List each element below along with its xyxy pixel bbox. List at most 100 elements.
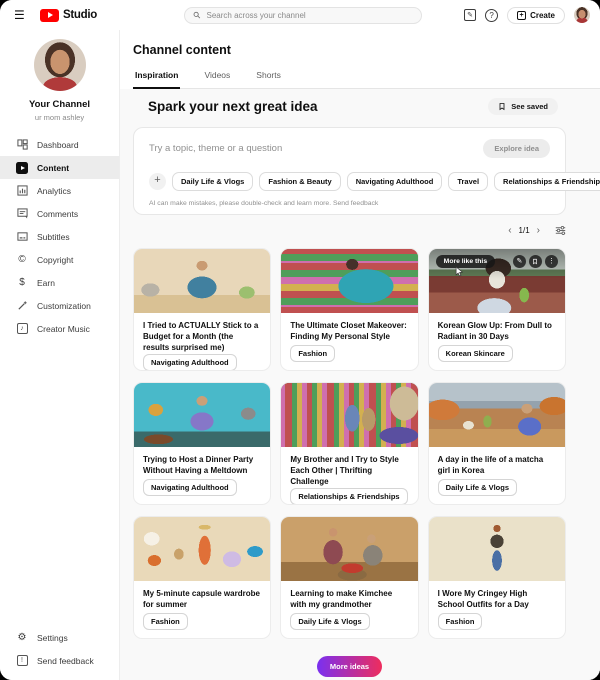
mouse-cursor-icon (455, 266, 464, 277)
idea-card-tag: Navigating Adulthood (143, 479, 237, 496)
idea-card-thumbnail (134, 517, 270, 581)
sidebar-item-label: Customization (37, 301, 91, 311)
create-icon: + (517, 11, 526, 20)
idea-card-thumbnail (281, 249, 417, 313)
idea-card-matcha-girl[interactable]: A day in the life of a matcha girl in Ko… (428, 382, 566, 505)
save-bookmark-icon[interactable] (529, 255, 542, 268)
channel-search (184, 7, 422, 24)
idea-card-thumbnail (429, 383, 565, 447)
sidebar-item-label: Content (37, 163, 69, 173)
sidebar-item-content[interactable]: Content (0, 156, 119, 179)
idea-card-high-school-outfits[interactable]: I Wore My Cringey High School Outfits fo… (428, 516, 566, 639)
channel-profile: Your Channel ur mom ashley (0, 39, 119, 122)
settings-icon: ⚙ (16, 632, 28, 644)
content-tabs: Inspiration Videos Shorts (133, 70, 600, 89)
idea-card-dinner-party[interactable]: Trying to Host a Dinner Party Without Ha… (133, 382, 271, 505)
idea-card-tag: Fashion (290, 345, 335, 362)
account-avatar[interactable] (574, 7, 590, 23)
dashboard-icon (16, 139, 28, 151)
idea-card-title: My Brother and I Try to Style Each Other… (290, 454, 408, 488)
idea-card-title: The Ultimate Closet Makeover: Finding My… (290, 320, 408, 342)
youtube-studio-window: ☰ Studio ✎ ? + Create Your Channel (0, 0, 600, 680)
subtitles-icon (16, 231, 28, 243)
ai-disclaimer: AI can make mistakes, please double-chec… (149, 200, 550, 207)
tab-shorts[interactable]: Shorts (254, 70, 283, 88)
sidebar-item-label: Send feedback (37, 656, 94, 666)
sidebar-item-dashboard[interactable]: Dashboard (0, 133, 119, 156)
sidebar-nav: Dashboard Content Analytics Comments Sub… (0, 133, 119, 340)
idea-card-thrifting-challenge[interactable]: My Brother and I Try to Style Each Other… (280, 382, 418, 505)
idea-card-title: A day in the life of a matcha girl in Ko… (438, 454, 556, 476)
sidebar-item-copyright[interactable]: © Copyright (0, 248, 119, 271)
sidebar-item-subtitles[interactable]: Subtitles (0, 225, 119, 248)
sidebar-item-label: Dashboard (37, 140, 79, 150)
idea-card-thumbnail (281, 517, 417, 581)
topic-chip[interactable]: Daily Life & Vlogs (172, 172, 253, 191)
idea-card-closet-makeover[interactable]: The Ultimate Closet Makeover: Finding My… (280, 248, 418, 371)
idea-card-kimchee[interactable]: Learning to make Kimchee with my grandmo… (280, 516, 418, 639)
more-options-icon[interactable]: ⋮ (545, 255, 558, 268)
edit-icon[interactable]: ✎ (513, 255, 526, 268)
create-label: Create (530, 11, 555, 20)
creator-music-icon: ♪ (16, 323, 28, 335)
idea-topic-input[interactable] (149, 143, 449, 154)
channel-avatar[interactable] (34, 39, 86, 91)
help-icon[interactable]: ? (485, 9, 498, 22)
brand-name: Studio (63, 9, 97, 21)
sidebar: Your Channel ur mom ashley Dashboard Con… (0, 30, 120, 680)
sidebar-item-label: Settings (37, 633, 68, 643)
sidebar-item-comments[interactable]: Comments (0, 202, 119, 225)
sidebar-item-label: Creator Music (37, 324, 90, 334)
see-saved-label: See saved (511, 102, 548, 111)
sidebar-item-customization[interactable]: Customization (0, 294, 119, 317)
idea-card-capsule-wardrobe[interactable]: My 5-minute capsule wardrobe for summer … (133, 516, 271, 639)
sidebar-item-label: Subtitles (37, 232, 70, 242)
topic-chip[interactable]: Fashion & Beauty (259, 172, 340, 191)
topic-chip[interactable]: Navigating Adulthood (347, 172, 443, 191)
add-topic-button[interactable]: + (149, 173, 166, 190)
more-ideas-button[interactable]: More ideas (317, 656, 382, 677)
feedback-icon[interactable]: ✎ (464, 9, 476, 21)
explore-idea-button[interactable]: Explore idea (483, 139, 550, 158)
tab-videos[interactable]: Videos (202, 70, 232, 88)
sidebar-item-creator-music[interactable]: ♪ Creator Music (0, 317, 119, 340)
comments-icon (16, 208, 28, 220)
channel-name: Your Channel (0, 99, 119, 110)
analytics-icon (16, 185, 28, 197)
search-input[interactable] (207, 11, 413, 20)
topic-chip[interactable]: Travel (448, 172, 488, 191)
idea-card-thumbnail (281, 383, 417, 447)
menu-icon[interactable]: ☰ (14, 8, 32, 22)
sidebar-item-settings[interactable]: ⚙ Settings (0, 626, 119, 649)
youtube-studio-logo[interactable]: Studio (40, 9, 97, 22)
sidebar-item-send-feedback[interactable]: ! Send feedback (0, 649, 119, 672)
page-prev-icon[interactable]: ‹ (508, 226, 511, 236)
filter-tune-icon[interactable] (555, 225, 566, 236)
earn-icon: $ (16, 277, 28, 289)
hero-title: Spark your next great idea (148, 99, 318, 114)
idea-card-title: I Tried to ACTUALLY Stick to a Budget fo… (143, 320, 261, 354)
page-title: Channel content (133, 43, 600, 57)
idea-card-budget[interactable]: I Tried to ACTUALLY Stick to a Budget fo… (133, 248, 271, 371)
sidebar-item-earn[interactable]: $ Earn (0, 271, 119, 294)
customization-icon (16, 300, 28, 312)
idea-card-korean-glow-up[interactable]: More like this ✎ ⋮ Korean Glow Up: From … (428, 248, 566, 371)
sidebar-item-label: Earn (37, 278, 55, 288)
idea-card-tag: Relationships & Friendships (290, 488, 407, 505)
idea-card-tag: Daily Life & Vlogs (290, 613, 369, 630)
main-content: Channel content Inspiration Videos Short… (120, 30, 600, 680)
sidebar-item-analytics[interactable]: Analytics (0, 179, 119, 202)
idea-card-thumbnail (429, 517, 565, 581)
idea-card-tag: Korean Skincare (438, 345, 513, 362)
see-saved-button[interactable]: See saved (488, 98, 558, 115)
idea-card-tag: Daily Life & Vlogs (438, 479, 517, 496)
idea-card-title: Korean Glow Up: From Dull to Radiant in … (438, 320, 556, 342)
page-next-icon[interactable]: › (537, 226, 540, 236)
search-icon (193, 11, 201, 19)
topic-chip[interactable]: Relationships & Friendships (494, 172, 600, 191)
idea-card-thumbnail (134, 249, 270, 313)
create-button[interactable]: + Create (507, 7, 565, 24)
idea-card-tag: Fashion (438, 613, 483, 630)
tab-inspiration[interactable]: Inspiration (133, 70, 180, 88)
more-like-this-button[interactable]: More like this (436, 255, 495, 268)
